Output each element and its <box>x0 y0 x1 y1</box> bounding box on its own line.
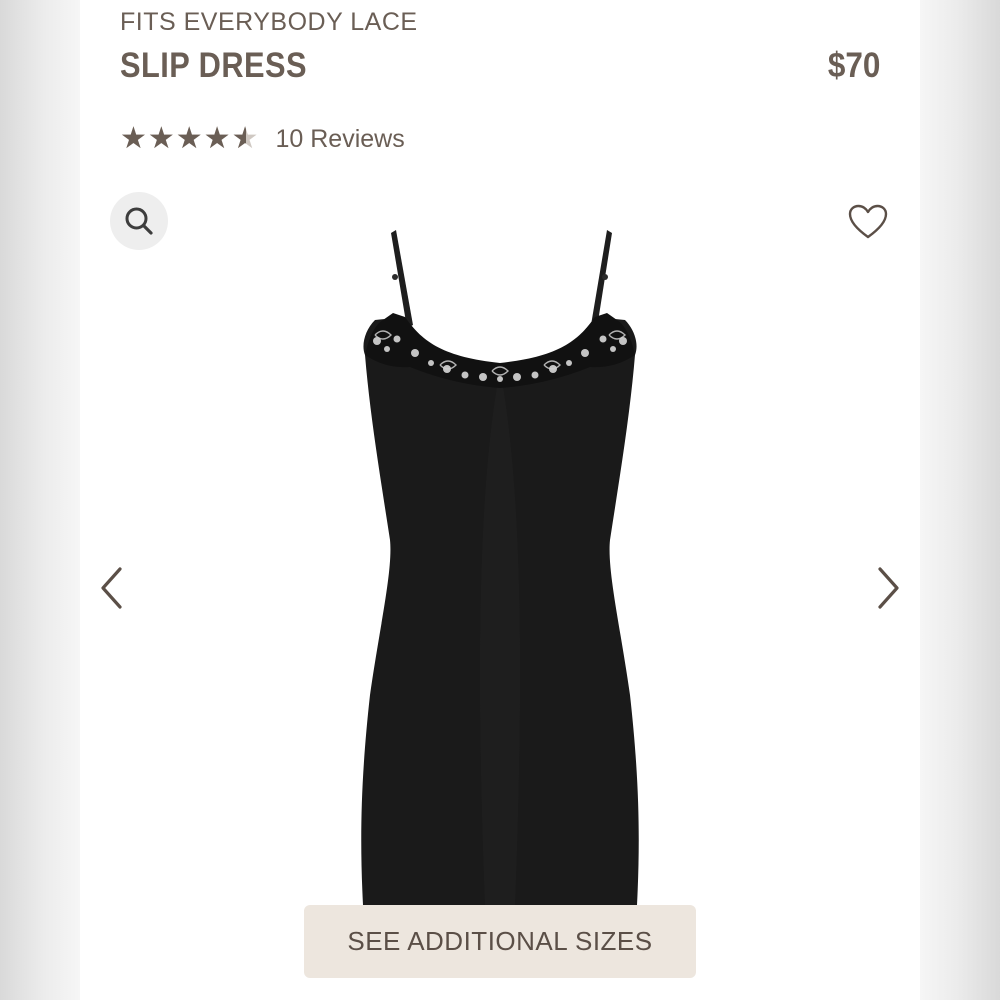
search-icon <box>125 207 153 235</box>
rating-row[interactable]: ★★★★★ ★★★★★ 10 Reviews <box>120 122 405 156</box>
heart-outline-icon <box>848 204 888 239</box>
product-image <box>361 230 639 905</box>
product-price: $70 <box>827 46 880 85</box>
chevron-left-icon <box>101 567 122 609</box>
product-title: SLIP DRESS <box>120 46 307 85</box>
right-strap <box>591 230 612 328</box>
wishlist-button[interactable] <box>846 200 890 244</box>
star-rating: ★★★★★ ★★★★★ <box>120 124 259 154</box>
product-card: FITS EVERYBODY LACE SLIP DRESS $70 ★★★★★… <box>80 0 920 1000</box>
chevron-right-icon <box>878 567 899 609</box>
see-additional-sizes-button[interactable]: SEE ADDITIONAL SIZES <box>304 905 696 978</box>
left-background <box>0 0 80 1000</box>
reviews-link[interactable]: 10 Reviews <box>275 125 404 154</box>
next-image-button[interactable] <box>866 560 910 616</box>
previous-image-button[interactable] <box>90 560 134 616</box>
product-collection: FITS EVERYBODY LACE <box>120 8 418 36</box>
stars-filled: ★★★★★ <box>120 124 246 154</box>
right-background <box>920 0 1000 1000</box>
search-button[interactable] <box>110 192 168 250</box>
